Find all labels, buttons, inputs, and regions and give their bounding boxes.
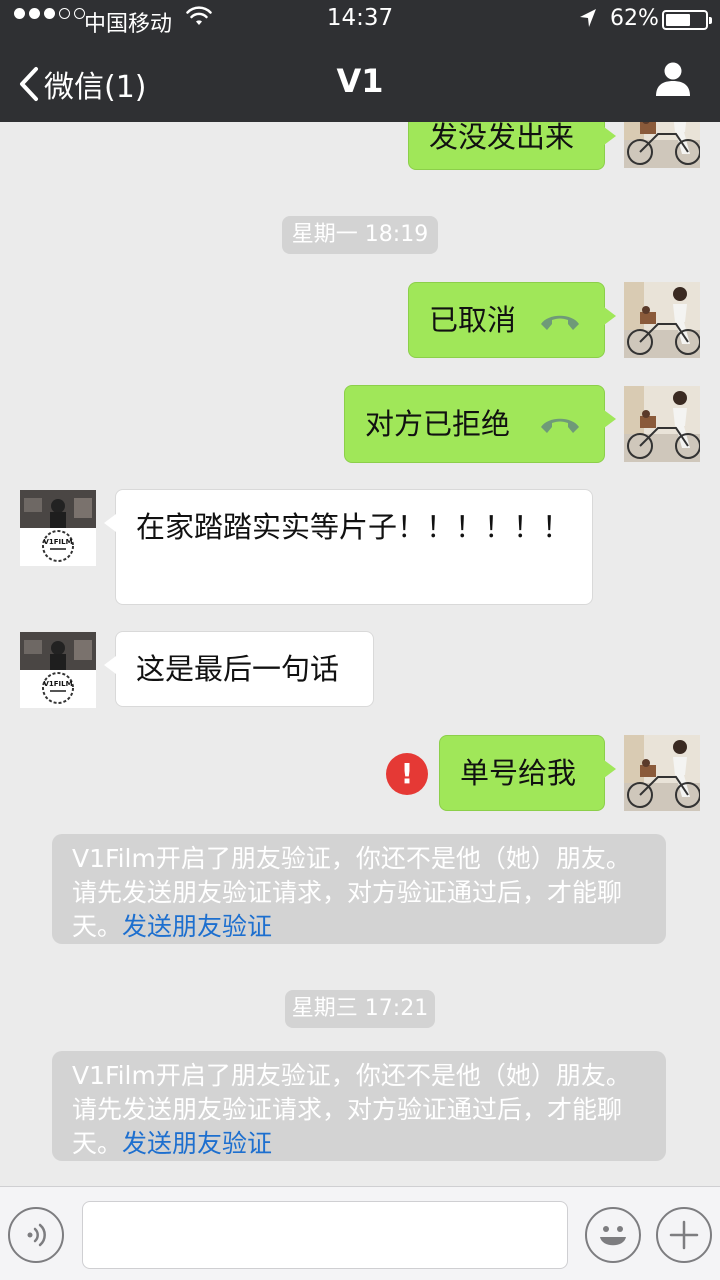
more-button[interactable] [656,1207,712,1263]
message-bubble[interactable]: 这是最后一句话 [104,631,374,707]
plus-icon [669,1220,699,1250]
battery-percent: 62% [610,6,659,31]
message-text: 单号给我 [460,756,577,790]
navigation-bar: 微信(1) V1 [0,44,720,122]
message-input[interactable] [82,1201,568,1269]
person-icon [656,62,690,96]
message-text: 这是最后一句话 [136,652,340,686]
message-text: 已取消 [429,303,517,337]
system-notice: V1Film开启了朋友验证，你还不是他（她）朋友。请先发送朋友验证请求，对方验证… [52,1051,666,1161]
message-bubble[interactable]: 对方已拒绝 [344,385,616,463]
svg-text:V1FILM: V1FILM [43,538,72,546]
phone-icon [541,315,579,330]
my-avatar[interactable] [624,122,700,168]
message-bubble[interactable]: 单号给我 [439,735,616,811]
emoji-icon [600,1226,626,1246]
timestamp: 星期三 17:21 [285,990,435,1028]
message-text: 发没发出来 [429,122,575,154]
input-bar [0,1186,720,1280]
my-avatar[interactable] [624,282,700,358]
my-avatar[interactable] [624,386,700,462]
timestamp: 星期一 18:19 [282,216,438,254]
phone-icon [541,418,579,433]
send-friend-request-link[interactable]: 发送朋友验证 [122,1129,272,1158]
message-bubble[interactable]: 在家踏踏实实等片子！！！！！！ [104,489,593,605]
system-notice: V1Film开启了朋友验证，你还不是他（她）朋友。请先发送朋友验证请求，对方验证… [52,834,666,944]
top-bar: 中国移动 14:37 62% 微信(1) V1 [0,0,720,122]
send-failed-icon[interactable]: ! [386,753,428,795]
voice-button[interactable] [8,1207,64,1263]
voice-icon [27,1223,46,1247]
emoji-button[interactable] [585,1207,641,1263]
svg-text:V1FILM: V1FILM [43,680,72,688]
my-avatar[interactable] [624,735,700,811]
status-bar: 中国移动 14:37 62% [0,0,720,40]
battery-icon [662,10,712,30]
message-bubble[interactable]: 已取消 [408,282,616,358]
message-bubble[interactable]: 发没发出来 [408,122,616,170]
message-text: 在家踏踏实实等片子！！！！！！ [136,510,572,544]
location-arrow-icon [578,7,598,35]
message-text: 对方已拒绝 [365,407,511,441]
send-friend-request-link[interactable]: 发送朋友验证 [122,912,272,941]
contact-avatar[interactable]: V1FILM [20,490,96,566]
chat-info-button[interactable] [654,60,692,102]
chat-area[interactable]: 发没发出来 星期一 18:19 已取消 对方已拒绝 V1FILM 在家踏踏实实等… [0,122,720,1186]
contact-avatar[interactable]: V1FILM [20,632,96,708]
chat-title: V1 [336,62,384,100]
